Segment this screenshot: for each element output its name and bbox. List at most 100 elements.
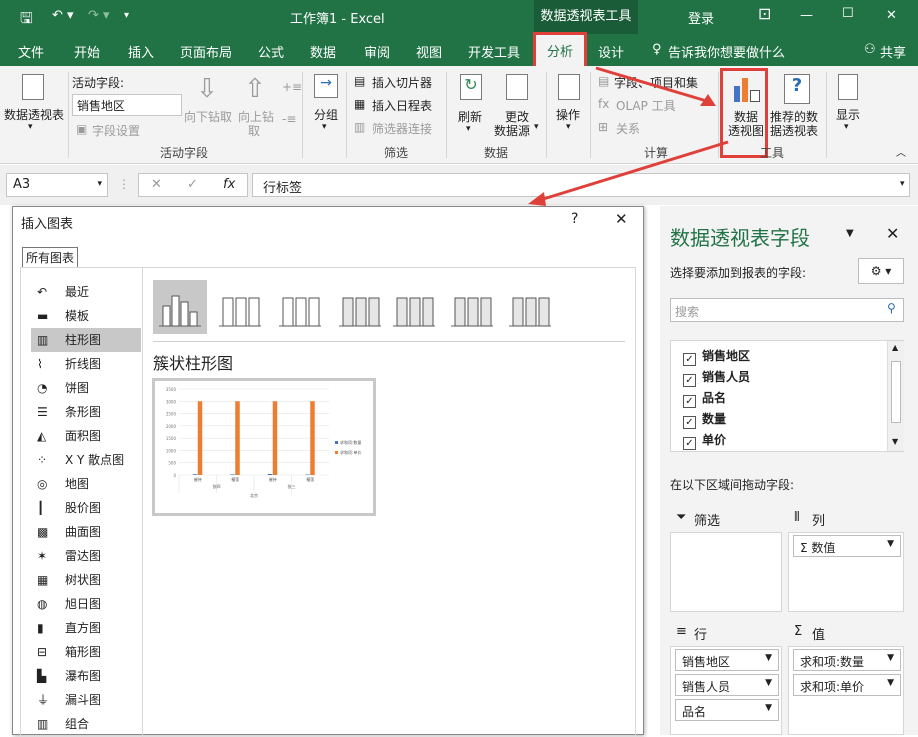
- checkbox-icon[interactable]: ✓: [683, 353, 696, 366]
- chevron-down-icon[interactable]: ▼: [765, 678, 772, 688]
- row-field-pill[interactable]: 品名▼: [675, 699, 779, 721]
- chevron-down-icon[interactable]: ▼: [887, 653, 894, 663]
- chevron-down-icon[interactable]: ▾: [844, 122, 849, 132]
- chart-category-12[interactable]: ▦树状图: [31, 568, 141, 592]
- pane-close-icon[interactable]: ✕: [886, 224, 899, 243]
- chart-category-9[interactable]: ┃股价图: [31, 496, 141, 520]
- show-icon[interactable]: [838, 74, 858, 100]
- olap-icon[interactable]: fx: [598, 97, 609, 111]
- chevron-down-icon[interactable]: ▾: [466, 124, 471, 134]
- relationships-button[interactable]: 关系: [616, 120, 640, 137]
- rows-area[interactable]: 销售地区▼ 销售人员▼ 品名▼: [670, 646, 782, 735]
- tab-review[interactable]: 审阅: [364, 42, 390, 61]
- actions-icon[interactable]: [558, 74, 580, 100]
- chart-category-10[interactable]: ▩曲面图: [31, 520, 141, 544]
- minimize-icon[interactable]: —: [800, 8, 813, 23]
- help-button[interactable]: ?: [571, 211, 578, 227]
- tab-insert[interactable]: 插入: [128, 42, 154, 61]
- chart-category-7[interactable]: ⁘X Y 散点图: [31, 448, 141, 472]
- chart-category-14[interactable]: ▮直方图: [31, 616, 141, 640]
- chevron-down-icon[interactable]: ▼: [887, 539, 894, 549]
- chart-subtype-3d-clustered-column[interactable]: [333, 280, 387, 334]
- filters-area[interactable]: [670, 532, 782, 612]
- chart-category-17[interactable]: ⏚漏斗图: [31, 688, 141, 712]
- timeline-icon[interactable]: ▦: [354, 97, 365, 111]
- values-area[interactable]: 求和项:数量▼ 求和项:单价▼: [788, 646, 904, 735]
- refresh-icon[interactable]: ↻: [460, 74, 482, 100]
- scroll-down-icon[interactable]: ▼: [892, 437, 898, 446]
- search-icon[interactable]: ⚲: [887, 301, 896, 315]
- field-item[interactable]: ✓单价: [683, 431, 726, 450]
- chart-subtype-3d-stacked-column[interactable]: [387, 280, 441, 334]
- slicer-icon[interactable]: ▤: [354, 74, 365, 88]
- tell-me-input[interactable]: 告诉我你想要做什么: [668, 42, 785, 61]
- active-field-input[interactable]: 销售地区: [72, 94, 182, 116]
- show-button[interactable]: 显示: [836, 106, 860, 123]
- field-item[interactable]: ✓品名: [683, 389, 726, 408]
- chart-category-8[interactable]: ◎地图: [31, 472, 141, 496]
- chart-category-15[interactable]: ⊟箱形图: [31, 640, 141, 664]
- columns-area[interactable]: Σ 数值▼: [788, 532, 904, 612]
- tab-data[interactable]: 数据: [310, 42, 336, 61]
- tab-all-charts[interactable]: 所有图表: [22, 247, 78, 267]
- insert-function-icon[interactable]: fx: [223, 177, 235, 192]
- chart-category-11[interactable]: ✶雷达图: [31, 544, 141, 568]
- field-search-input[interactable]: 搜索 ⚲: [670, 298, 904, 322]
- chart-subtype-3d-100-stacked-column[interactable]: [445, 280, 499, 334]
- value-field-pill[interactable]: 求和项:单价▼: [793, 674, 901, 696]
- login-link[interactable]: 登录: [688, 8, 714, 27]
- chart-subtype-3d-column[interactable]: [503, 280, 557, 334]
- tab-home[interactable]: 开始: [74, 42, 100, 61]
- ribbon-options-icon[interactable]: ⊡: [758, 4, 771, 23]
- checkbox-icon[interactable]: ✓: [683, 374, 696, 387]
- field-item[interactable]: ✓销售地区: [683, 347, 750, 366]
- chevron-down-icon[interactable]: ▾: [534, 122, 539, 132]
- scroll-up-icon[interactable]: ▲: [892, 343, 898, 352]
- drill-down-icon[interactable]: ⇩: [196, 74, 218, 104]
- field-item[interactable]: ✓数量: [683, 410, 726, 429]
- redo-icon[interactable]: ↷ ▾: [88, 8, 110, 23]
- checkbox-icon[interactable]: ✓: [683, 437, 696, 450]
- chart-category-2[interactable]: ▥柱形图: [31, 328, 141, 352]
- maximize-icon[interactable]: ☐: [842, 6, 854, 21]
- cancel-icon[interactable]: ✕: [151, 177, 162, 192]
- collapse-field-icon[interactable]: -≡: [282, 112, 296, 126]
- customize-qat-icon[interactable]: ▾: [124, 10, 129, 21]
- collapse-ribbon-icon[interactable]: ︿: [896, 144, 906, 159]
- chevron-down-icon[interactable]: ▼: [887, 678, 894, 688]
- share-button[interactable]: 共享: [880, 42, 906, 61]
- chart-category-3[interactable]: ⌇折线图: [31, 352, 141, 376]
- row-field-pill[interactable]: 销售地区▼: [675, 649, 779, 671]
- insert-slicer-button[interactable]: 插入切片器: [372, 74, 432, 91]
- tab-analyze[interactable]: 分析: [533, 32, 587, 68]
- field-item[interactable]: ✓销售人员: [683, 368, 750, 387]
- tab-file[interactable]: 文件: [18, 42, 44, 61]
- share-icon[interactable]: ⚇: [864, 42, 876, 57]
- actions-button[interactable]: 操作: [556, 106, 580, 123]
- gear-icon[interactable]: ⚙ ▾: [858, 258, 904, 284]
- enter-icon[interactable]: ✓: [187, 177, 198, 192]
- recommended-pivot-icon[interactable]: ?: [784, 74, 810, 104]
- chart-category-18[interactable]: ▥组合: [31, 712, 141, 736]
- insert-timeline-button[interactable]: 插入日程表: [372, 97, 432, 114]
- pane-options-icon[interactable]: ▼: [846, 228, 854, 239]
- tab-view[interactable]: 视图: [416, 42, 442, 61]
- chart-category-0[interactable]: ↶最近: [31, 280, 141, 304]
- value-field-pill[interactable]: 求和项:数量▼: [793, 649, 901, 671]
- close-icon[interactable]: ✕: [886, 8, 897, 23]
- chevron-down-icon[interactable]: ▾: [28, 122, 33, 132]
- scroll-thumb[interactable]: [891, 361, 901, 423]
- filter-connections-icon[interactable]: ▥: [354, 120, 365, 134]
- field-settings-icon[interactable]: ▣: [76, 122, 87, 136]
- chart-category-5[interactable]: ☰条形图: [31, 400, 141, 424]
- expand-formula-icon[interactable]: ▾: [900, 179, 905, 189]
- expand-field-icon[interactable]: +≡: [282, 80, 302, 94]
- relationships-icon[interactable]: ⊞: [598, 120, 608, 134]
- formula-input[interactable]: 行标签: [252, 173, 910, 197]
- column-field-pill[interactable]: Σ 数值▼: [793, 535, 901, 557]
- field-settings-button[interactable]: 字段设置: [92, 122, 140, 139]
- chevron-down-icon[interactable]: ▾: [97, 179, 102, 189]
- refresh-button[interactable]: 刷新: [458, 108, 482, 125]
- field-list-scrollbar[interactable]: ▲ ▼: [887, 341, 904, 451]
- dialog-close-icon[interactable]: ✕: [615, 210, 628, 228]
